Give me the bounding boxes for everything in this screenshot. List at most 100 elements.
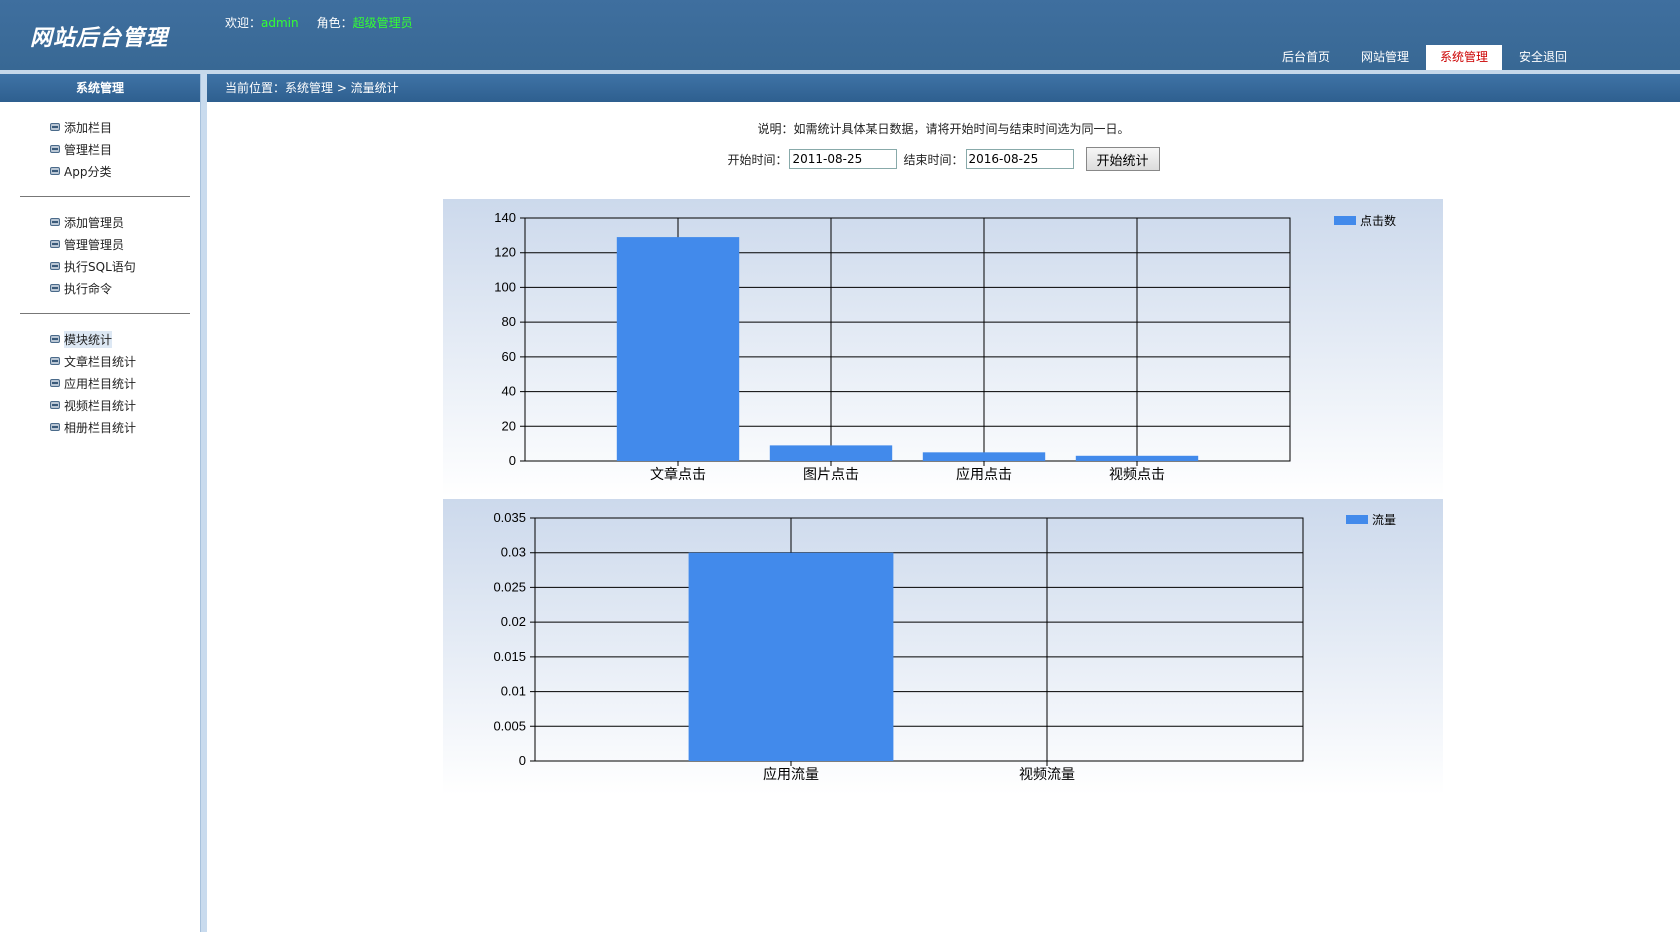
nav-tab-logout[interactable]: 安全退回 [1505, 45, 1581, 70]
bullet-icon [50, 357, 60, 365]
menu-item-execute-sql[interactable]: 执行SQL语句 [0, 255, 200, 277]
menu-item-label: 模块统计 [64, 330, 113, 348]
menu-item-label: 管理栏目 [64, 142, 113, 157]
legend-label: 点击数 [1360, 213, 1396, 228]
menu-item-label: 添加栏目 [64, 120, 113, 135]
start-date-label: 开始时间： [727, 152, 788, 167]
y-tick-label: 0.02 [501, 614, 526, 629]
legend-label: 流量 [1372, 513, 1396, 527]
traffic-chart: 0 0.005 0.01 0.015 0.02 0.025 0.03 0.035 应用流量 视频流… [443, 499, 1443, 795]
nav-tab-home[interactable]: 后台首页 [1268, 45, 1344, 70]
menu-group-admins: 添加管理员 管理管理员 执行SQL语句 执行命令 [0, 211, 200, 313]
menu-item-label: 执行命令 [64, 281, 113, 296]
y-tick-label: 0.015 [493, 649, 526, 664]
y-tick-label: 120 [494, 245, 516, 260]
instruction-note: 说明：如需统计具体某日数据，请将开始时间与结束时间选为同一日。 [757, 122, 1130, 136]
x-tick-label: 应用点击 [956, 466, 1012, 483]
y-tick-label: 0.01 [501, 684, 526, 699]
bullet-icon [50, 284, 60, 292]
bullet-icon [50, 167, 60, 175]
menu-item-label: 应用栏目统计 [64, 376, 137, 391]
traffic-chart-svg: 0 0.005 0.01 0.015 0.02 0.025 0.03 0.035 应用流量 视频流… [493, 510, 1396, 783]
y-tick-label: 40 [502, 384, 516, 399]
bar [922, 452, 1046, 461]
bullet-icon [50, 401, 60, 409]
bar [1075, 455, 1199, 461]
bullet-icon [50, 218, 60, 226]
y-tick-label: 80 [502, 314, 516, 329]
menu-item-label: 添加管理员 [64, 215, 125, 230]
menu-item-video-stats[interactable]: 视频栏目统计 [0, 394, 200, 416]
bar [769, 445, 893, 461]
menu-separator [20, 313, 190, 314]
sidebar: 系统管理 添加栏目 管理栏目 App分类 添加管理员 管理管理员 执行SQL语句… [0, 74, 200, 932]
y-tick-label: 0 [519, 753, 526, 768]
menu-item-add-column[interactable]: 添加栏目 [0, 116, 200, 138]
y-tick-label: 0.03 [501, 545, 526, 560]
menu-item-label: 管理管理员 [64, 237, 125, 252]
start-statistics-button[interactable]: 开始统计 [1085, 147, 1160, 171]
nav-tab-system-management[interactable]: 系统管理 [1425, 45, 1502, 70]
bullet-icon [50, 123, 60, 131]
top-nav: 后台首页 网站管理 系统管理 安全退回 [1265, 45, 1581, 70]
menu-item-manage-columns[interactable]: 管理栏目 [0, 138, 200, 160]
menu-group-statistics: 模块统计 文章栏目统计 应用栏目统计 视频栏目统计 相册栏目统计 [0, 328, 200, 452]
breadcrumb-bar: 当前位置：系统管理 > 流量统计 [207, 74, 1680, 102]
menu-item-add-admin[interactable]: 添加管理员 [0, 211, 200, 233]
x-tick-label: 文章点击 [650, 466, 706, 483]
menu-item-album-stats[interactable]: 相册栏目统计 [0, 416, 200, 438]
role-label: 角色： [316, 16, 353, 30]
bullet-icon [50, 335, 60, 343]
menu-item-module-stats[interactable]: 模块统计 [0, 328, 200, 350]
breadcrumb: 当前位置：系统管理 > 流量统计 [225, 81, 399, 95]
menu-item-label: 执行SQL语句 [64, 259, 136, 274]
y-tick-label: 100 [494, 279, 516, 294]
date-filter-form: 开始时间： 结束时间： 开始统计 [207, 147, 1680, 171]
welcome-label: 欢迎： [225, 16, 262, 30]
bar [688, 552, 894, 761]
menu-separator [20, 196, 190, 197]
bar [616, 237, 740, 461]
menu-item-label: 文章栏目统计 [64, 354, 137, 369]
bullet-icon [50, 423, 60, 431]
x-tick-label: 视频点击 [1109, 467, 1165, 483]
user-info: 欢迎：admin 角色：超级管理员 [225, 14, 413, 31]
role-value: 超级管理员 [352, 16, 413, 30]
y-tick-label: 0 [509, 453, 516, 468]
y-tick-label: 0.005 [493, 718, 526, 733]
y-tick-label: 60 [502, 349, 516, 364]
legend-swatch [1346, 515, 1368, 524]
end-date-label: 结束时间： [903, 152, 964, 167]
y-tick-label: 0.035 [493, 510, 526, 525]
menu-item-label: App分类 [64, 164, 112, 179]
y-tick-label: 20 [502, 418, 516, 433]
bullet-icon [50, 262, 60, 270]
click-count-chart: 0 20 40 60 80 100 120 140 文章点击 图片点击 应用点击 视频点击 点击数 [443, 199, 1443, 497]
legend-swatch [1334, 216, 1356, 225]
start-date-input[interactable] [789, 149, 898, 169]
bullet-icon [50, 145, 60, 153]
bullet-icon [50, 240, 60, 248]
click-count-chart-svg: 0 20 40 60 80 100 120 140 文章点击 图片点击 应用点击 视频点击 点击数 [494, 210, 1396, 483]
nav-tab-site-management[interactable]: 网站管理 [1347, 45, 1423, 70]
sidebar-splitter[interactable] [200, 74, 207, 932]
menu-item-label: 视频栏目统计 [64, 398, 137, 413]
menu-item-article-stats[interactable]: 文章栏目统计 [0, 350, 200, 372]
sidebar-title: 系统管理 [0, 74, 200, 102]
menu-group-columns: 添加栏目 管理栏目 App分类 [0, 116, 200, 196]
menu-item-app-category[interactable]: App分类 [0, 160, 200, 182]
plot-area [534, 517, 1304, 762]
menu-item-app-stats[interactable]: 应用栏目统计 [0, 372, 200, 394]
y-tick-label: 140 [494, 210, 516, 225]
menu-item-execute-command[interactable]: 执行命令 [0, 277, 200, 299]
end-date-input[interactable] [965, 149, 1074, 169]
menu-item-manage-admins[interactable]: 管理管理员 [0, 233, 200, 255]
header: 网站后台管理 欢迎：admin 角色：超级管理员 后台首页 网站管理 系统管理 安… [0, 0, 1680, 70]
x-tick-label: 图片点击 [803, 467, 859, 483]
bullet-icon [50, 379, 60, 387]
site-logo: 网站后台管理 [30, 26, 169, 51]
menu-item-label: 相册栏目统计 [64, 420, 137, 435]
x-tick-label: 应用流量 [763, 766, 819, 783]
username: admin [261, 16, 299, 30]
x-tick-label: 视频流量 [1019, 767, 1075, 783]
